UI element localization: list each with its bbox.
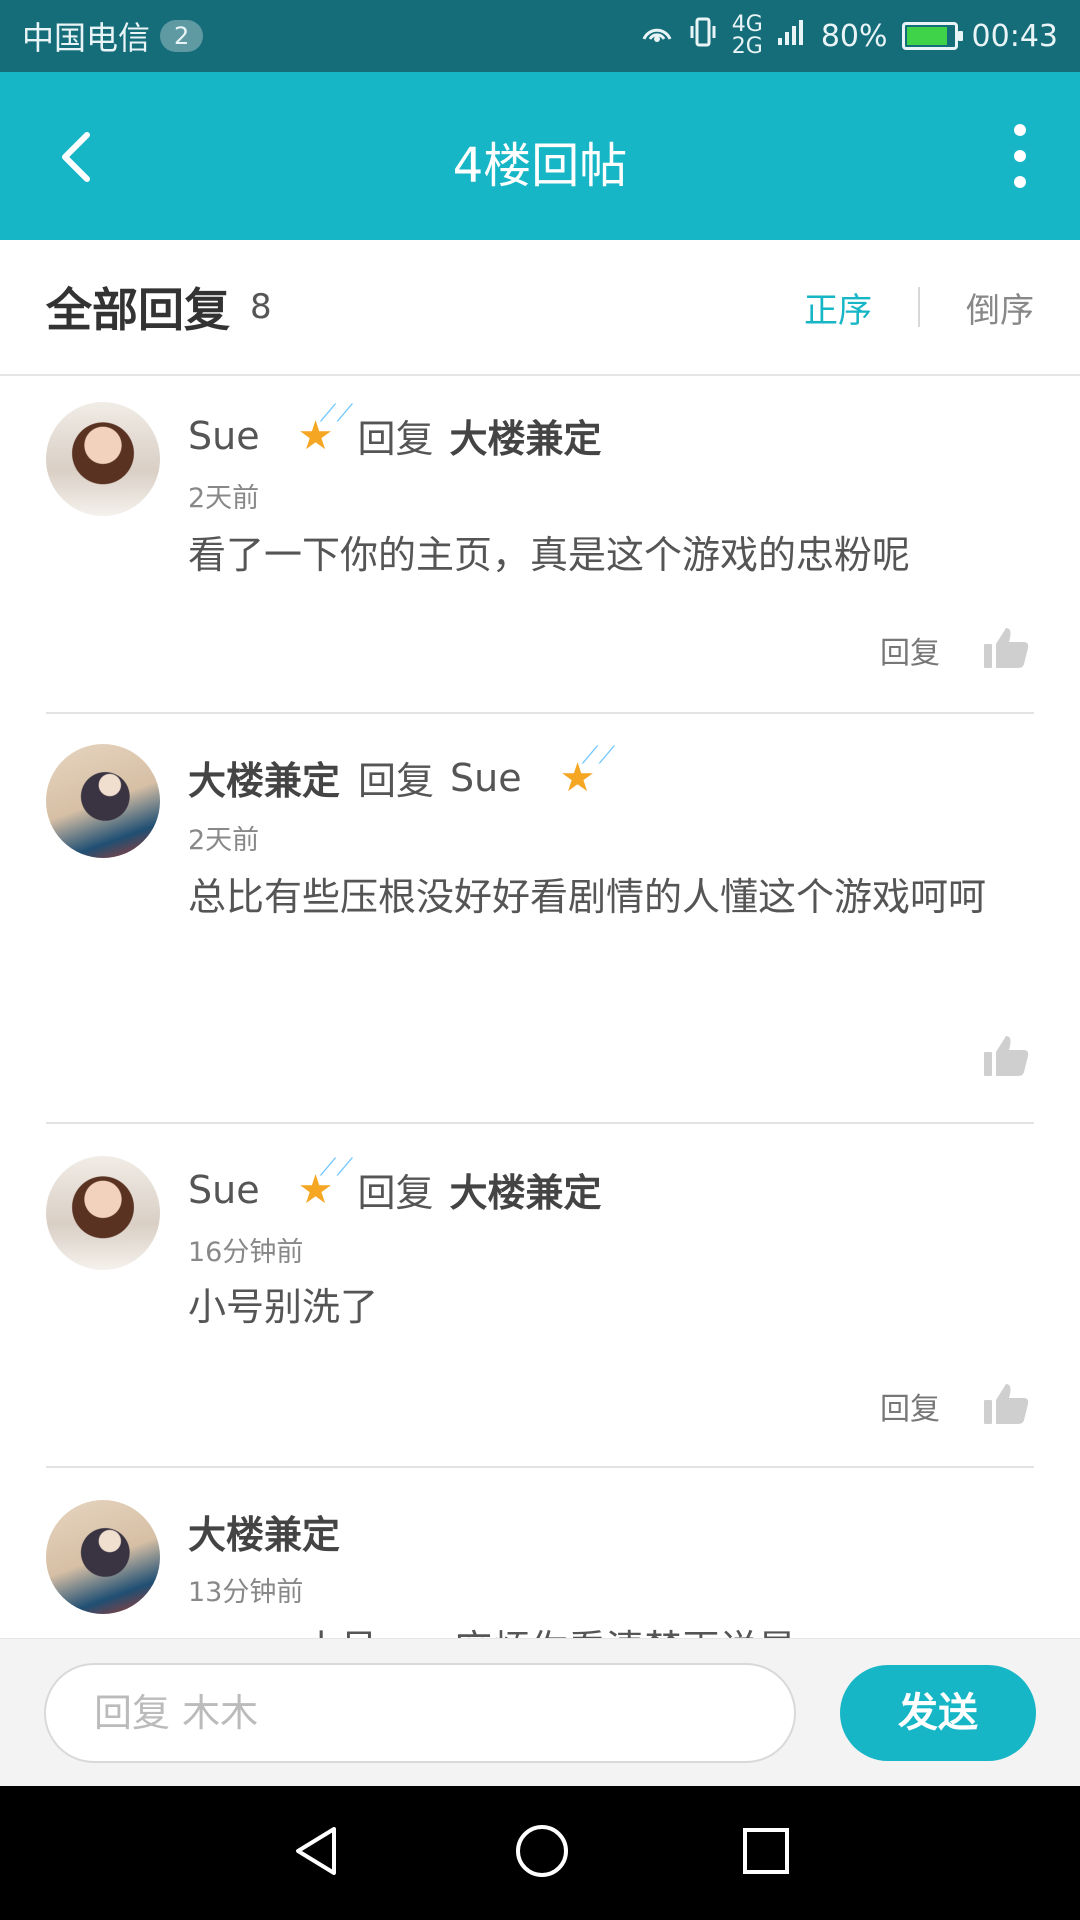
nav-home-icon[interactable] xyxy=(514,1823,570,1883)
reply-header-line: 大楼兼定 回复 Sue ★ xyxy=(188,741,1034,805)
replies-header: 全部回复 8 正序 倒序 xyxy=(0,240,1080,376)
sim-badge: 2 xyxy=(160,20,204,52)
reply-word: 回复 xyxy=(357,1171,434,1215)
sort-toggle: 正序 倒序 xyxy=(804,283,1034,332)
reply-target[interactable]: 大楼兼定 xyxy=(449,1162,601,1217)
reply-content: 。。。。。小号。。。麻烦你看清楚再说是 xyxy=(188,1614,1024,1638)
hotspot-icon xyxy=(640,17,674,55)
timestamp: 16分钟前 xyxy=(188,1237,304,1268)
reply-item: 大楼兼定 回复 Sue ★ 2天前 总比有些压根没好好看剧情的人懂这个游戏呵呵 xyxy=(46,714,1034,1124)
more-dot-icon xyxy=(1014,150,1026,162)
reply-word: 回复 xyxy=(358,759,435,803)
app-bar: 4楼回帖 xyxy=(0,72,1080,240)
status-right: 4G 2G 80% 00:43 xyxy=(640,14,1058,58)
network-type: 4G 2G xyxy=(732,14,763,58)
avatar[interactable] xyxy=(46,402,160,516)
username[interactable]: Sue xyxy=(188,1168,260,1212)
battery-icon xyxy=(901,22,963,50)
status-left: 中国电信 2 xyxy=(22,13,204,59)
level-star-icon: ★ xyxy=(298,1153,353,1213)
reply-item: 大楼兼定 13分钟前 。。。。。小号。。。麻烦你看清楚再说是 xyxy=(46,1468,1034,1638)
sort-divider xyxy=(918,287,920,327)
reply-target[interactable]: 大楼兼定 xyxy=(449,408,601,463)
reply-input-bar: 回复 木木 发送 xyxy=(0,1638,1080,1786)
reply-input[interactable]: 回复 木木 xyxy=(44,1663,796,1763)
avatar[interactable] xyxy=(46,1500,160,1614)
clock: 00:43 xyxy=(971,18,1058,54)
username[interactable]: 大楼兼定 xyxy=(188,1504,340,1559)
thumbs-up-icon[interactable] xyxy=(982,624,1030,676)
reply-button[interactable]: 回复 xyxy=(880,1384,940,1428)
reply-header-line: Sue ★ 回复 大楼兼定 xyxy=(188,1153,1034,1217)
level-star-icon: ★ xyxy=(298,399,353,459)
nav-back-icon[interactable] xyxy=(288,1823,344,1883)
reply-content: 小号别洗了 xyxy=(188,1285,379,1329)
reply-content: 总比有些压根没好好看剧情的人懂这个游戏呵呵 xyxy=(188,875,987,919)
reply-target[interactable]: Sue xyxy=(450,756,522,800)
reply-actions: 回复 xyxy=(880,624,1030,676)
thumbs-up-icon[interactable] xyxy=(982,1032,1030,1084)
avatar[interactable] xyxy=(46,1156,160,1270)
reply-item: Sue ★ 回复 大楼兼定 16分钟前 小号别洗了 回复 xyxy=(46,1124,1034,1468)
page-title: 4楼回帖 xyxy=(452,138,628,194)
reply-header-line: 大楼兼定 xyxy=(188,1504,1034,1559)
reply-item: Sue ★ 回复 大楼兼定 2天前 看了一下你的主页，真是这个游戏的忠粉呢 回复 xyxy=(46,378,1034,714)
status-bar: 中国电信 2 4G 2G 80% 00:43 xyxy=(0,0,1080,72)
reply-actions xyxy=(982,1032,1030,1084)
username[interactable]: Sue xyxy=(188,414,260,458)
replies-count: 8 xyxy=(250,287,272,327)
network-type-2g: 2G xyxy=(731,34,763,59)
username[interactable]: 大楼兼定 xyxy=(188,750,340,805)
battery-fill xyxy=(906,27,947,45)
more-dot-icon xyxy=(1014,176,1026,188)
reply-header-line: Sue ★ 回复 大楼兼定 xyxy=(188,399,1034,463)
thumbs-up-icon[interactable] xyxy=(982,1380,1030,1432)
system-nav-bar xyxy=(0,1786,1080,1920)
level-star-icon: ★ xyxy=(560,741,615,801)
timestamp: 2天前 xyxy=(188,483,260,514)
reply-actions: 回复 xyxy=(880,1380,1030,1432)
sort-ascending-tab[interactable]: 正序 xyxy=(804,283,872,332)
reply-list: Sue ★ 回复 大楼兼定 2天前 看了一下你的主页，真是这个游戏的忠粉呢 回复… xyxy=(0,378,1080,1638)
timestamp: 13分钟前 xyxy=(188,1577,304,1608)
replies-title: 全部回复 xyxy=(46,283,230,337)
reply-content: 看了一下你的主页，真是这个游戏的忠粉呢 xyxy=(188,533,911,577)
more-options-button[interactable] xyxy=(1000,124,1040,188)
more-dot-icon xyxy=(1014,124,1026,136)
carrier-name: 中国电信 xyxy=(22,19,151,57)
send-button[interactable]: 发送 xyxy=(840,1665,1036,1761)
timestamp: 2天前 xyxy=(188,825,260,856)
reply-button[interactable]: 回复 xyxy=(880,628,940,672)
avatar[interactable] xyxy=(46,744,160,858)
reply-word: 回复 xyxy=(357,417,434,461)
battery-percent: 80% xyxy=(820,18,888,54)
signal-icon xyxy=(777,18,807,54)
sort-descending-tab[interactable]: 倒序 xyxy=(966,283,1034,332)
nav-recents-icon[interactable] xyxy=(740,1825,792,1881)
vibrate-icon xyxy=(688,16,718,56)
